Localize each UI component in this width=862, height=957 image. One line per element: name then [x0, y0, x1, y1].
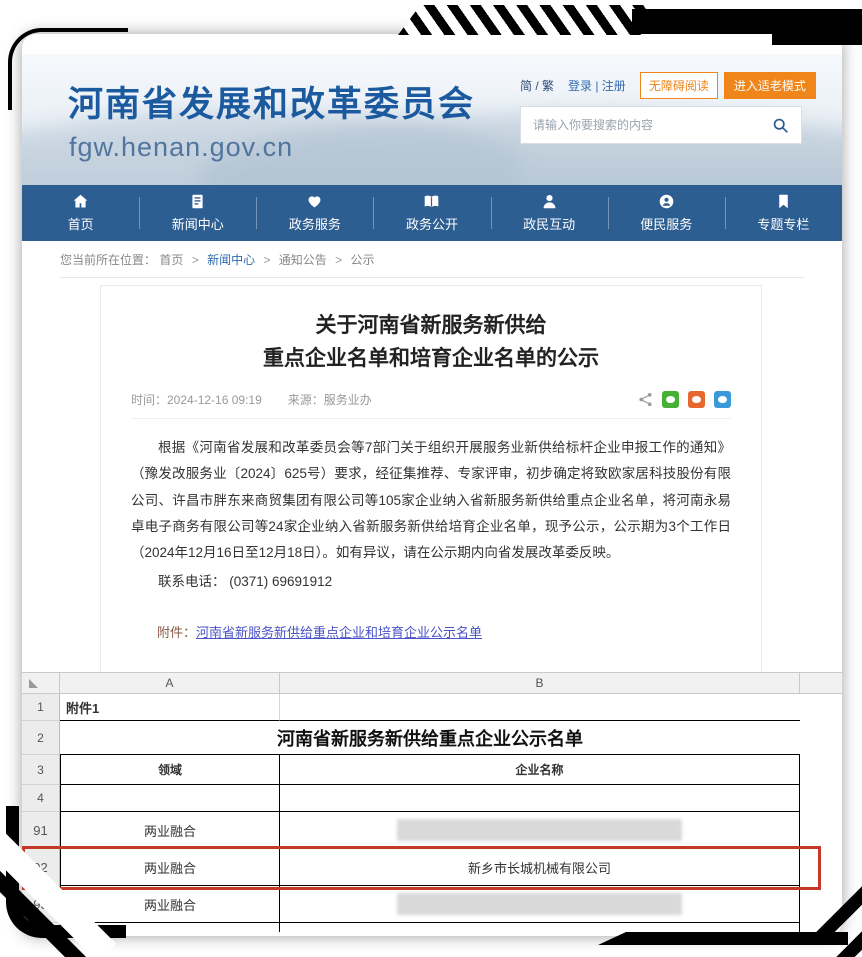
contact-line: 联系电话： (0371) 69691912	[131, 569, 731, 595]
redacted-company-name	[397, 893, 682, 915]
share-icon[interactable]	[638, 392, 653, 407]
person-icon	[541, 193, 558, 210]
elder-mode-button[interactable]: 进入适老模式	[724, 72, 816, 99]
source: 来源：服务业办	[288, 391, 372, 408]
attachment-label: 附件：	[157, 625, 196, 640]
nav-item-home[interactable]: 首页	[22, 185, 139, 241]
torn-edge-stripes-decoration	[398, 5, 646, 35]
heart-service-icon	[306, 193, 323, 210]
search-input[interactable]	[533, 118, 772, 132]
lang-toggle[interactable]: 简 / 繁	[520, 77, 554, 94]
breadcrumb-separator: >	[192, 253, 199, 267]
nav-item-gov-service[interactable]: 政务服务	[256, 185, 373, 241]
breadcrumb-home[interactable]: 首页	[159, 253, 183, 267]
header-cell-company[interactable]: 企业名称	[280, 755, 800, 785]
spreadsheet-panel: A B 1 附件1 2 河南省新服务新供给重点企业公示名单 3 领域 企业名称 …	[22, 672, 842, 912]
torn-edge-top-right-block	[772, 9, 862, 45]
nav-label: 首页	[68, 214, 94, 233]
article-title-line1: 关于河南省新服务新供给	[131, 310, 731, 343]
search-box[interactable]	[520, 106, 802, 144]
site-banner: 河南省发展和改革委员会 fgw.henan.gov.cn 简 / 繁 登录 | …	[22, 54, 842, 185]
open-book-icon	[423, 193, 440, 210]
bookmark-icon	[775, 193, 792, 210]
row-number[interactable]: 1	[22, 694, 60, 721]
site-logo-title: 河南省发展和改革委员会	[68, 76, 475, 127]
breadcrumb-prefix: 您当前所在位置：	[60, 253, 156, 267]
select-all-corner[interactable]	[22, 673, 60, 693]
site-domain: fgw.henan.gov.cn	[69, 132, 293, 163]
header-topbar: 简 / 繁 登录 | 注册 无障碍阅读 进入适老模式	[520, 72, 820, 98]
table-row-highlighted: 92 两业融合 新乡市长城机械有限公司	[22, 849, 842, 886]
column-header-a[interactable]: A	[60, 673, 280, 693]
search-icon[interactable]	[772, 117, 789, 134]
nav-item-gov-open[interactable]: 政务公开	[373, 185, 490, 241]
row-number[interactable]: 3	[22, 755, 60, 785]
nav-label: 新闻中心	[172, 214, 224, 233]
nav-item-convenience[interactable]: 便民服务	[608, 185, 725, 241]
nav-item-news[interactable]: 新闻中心	[139, 185, 256, 241]
attachment-line: 附件：河南省新服务新供给重点企业和培育企业公示名单	[131, 621, 731, 646]
column-header-row: A B	[22, 672, 842, 694]
article-body: 根据《河南省发展和改革委员会等7部门关于组织开展服务业新供给标杆企业申报工作的通…	[131, 435, 731, 567]
attachment-link[interactable]: 河南省新服务新供给重点企业和培育企业公示名单	[196, 625, 482, 640]
cell-b4[interactable]	[280, 785, 800, 812]
breadcrumb-notices[interactable]: 通知公告	[279, 253, 327, 267]
share-bar	[638, 391, 731, 408]
redacted-company-name	[397, 819, 682, 841]
row-number[interactable]: 2	[22, 721, 60, 755]
cell-b91[interactable]	[280, 812, 800, 849]
nav-item-interaction[interactable]: 政民互动	[491, 185, 608, 241]
nav-label: 政务公开	[406, 214, 458, 233]
cell-a1[interactable]: 附件1	[60, 694, 280, 721]
breadcrumb-separator: >	[263, 253, 270, 267]
frame-top-left-arc	[8, 28, 128, 110]
page-card: 河南省发展和改革委员会 fgw.henan.gov.cn 简 / 繁 登录 | …	[22, 34, 842, 936]
meta-divider	[131, 418, 731, 419]
login-register-links[interactable]: 登录 | 注册	[568, 77, 626, 94]
cell-stub	[280, 923, 800, 932]
article-title-line2: 重点企业名单和培育企业名单的公示	[131, 343, 731, 376]
breadcrumb-separator: >	[335, 253, 342, 267]
table-row: 2 河南省新服务新供给重点企业公示名单	[22, 721, 842, 755]
article-paragraph: 根据《河南省发展和改革委员会等7部门关于组织开展服务业新供给标杆企业申报工作的通…	[131, 435, 731, 567]
table-row: 91 两业融合	[22, 812, 842, 849]
nav-label: 政民互动	[523, 214, 575, 233]
table-row: 3 领域 企业名称	[22, 755, 842, 785]
cell-b1[interactable]	[280, 694, 800, 721]
article-title: 关于河南省新服务新供给 重点企业名单和培育企业名单的公示	[131, 310, 731, 375]
main-nav: 首页 新闻中心 政务服务 政务公开 政民互动 便民服务	[22, 185, 842, 241]
cell-b92[interactable]: 新乡市长城机械有限公司	[280, 849, 800, 886]
wechat-icon[interactable]	[662, 391, 679, 408]
home-icon	[72, 193, 89, 210]
accessibility-button[interactable]: 无障碍阅读	[640, 72, 718, 99]
convenience-icon	[658, 193, 675, 210]
screenshot-stage: 河南省发展和改革委员会 fgw.henan.gov.cn 简 / 繁 登录 | …	[0, 0, 862, 957]
nav-label: 专题专栏	[757, 214, 809, 233]
breadcrumb-divider	[60, 277, 804, 278]
breadcrumb: 您当前所在位置： 首页 > 新闻中心 > 通知公告 > 公示	[60, 251, 375, 268]
weibo-icon[interactable]	[688, 391, 705, 408]
cell-b93[interactable]	[280, 886, 800, 923]
breadcrumb-current: 公示	[351, 253, 375, 267]
table-row: 1 附件1	[22, 694, 842, 721]
news-icon	[189, 193, 206, 210]
sheet-title-cell[interactable]: 河南省新服务新供给重点企业公示名单	[60, 721, 800, 755]
article-panel: 关于河南省新服务新供给 重点企业名单和培育企业名单的公示 时间：2024-12-…	[100, 285, 762, 685]
breadcrumb-news-center[interactable]: 新闻中心	[207, 253, 255, 267]
table-row-stub	[22, 923, 842, 932]
article-meta: 时间：2024-12-16 09:19 来源：服务业办	[131, 391, 731, 408]
torn-edge-bottom-band	[598, 932, 848, 945]
qq-icon[interactable]	[714, 391, 731, 408]
nav-item-special[interactable]: 专题专栏	[725, 185, 842, 241]
table-row: 93 两业融合	[22, 886, 842, 923]
nav-label: 便民服务	[640, 214, 692, 233]
nav-label: 政务服务	[289, 214, 341, 233]
column-header-b[interactable]: B	[280, 673, 800, 693]
header-cell-field[interactable]: 领域	[60, 755, 280, 785]
table-row: 4	[22, 785, 842, 812]
publish-time: 时间：2024-12-16 09:19	[131, 391, 262, 408]
